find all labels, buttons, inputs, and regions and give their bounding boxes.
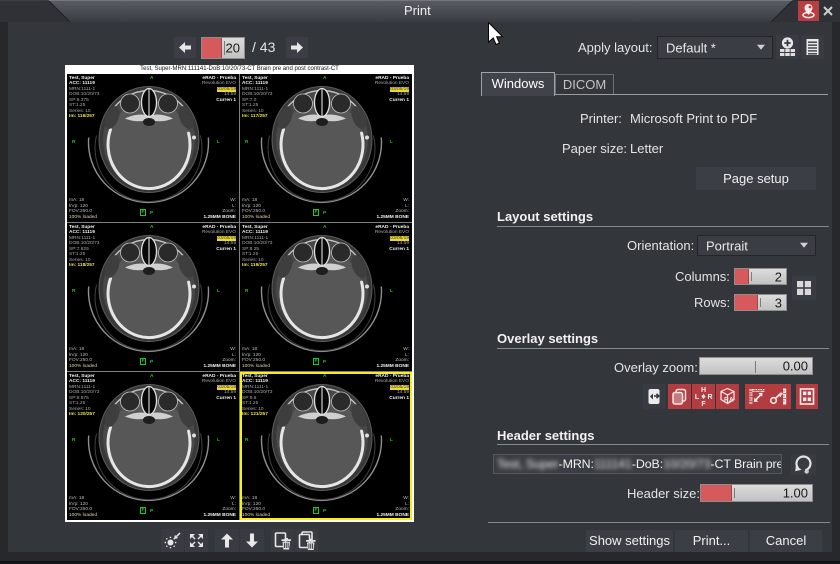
svg-text:L: L (695, 394, 700, 401)
svg-text:A: A (729, 397, 734, 404)
svg-text:F: F (701, 401, 706, 408)
svg-text:H: H (701, 387, 706, 394)
svg-text:R: R (707, 394, 712, 401)
